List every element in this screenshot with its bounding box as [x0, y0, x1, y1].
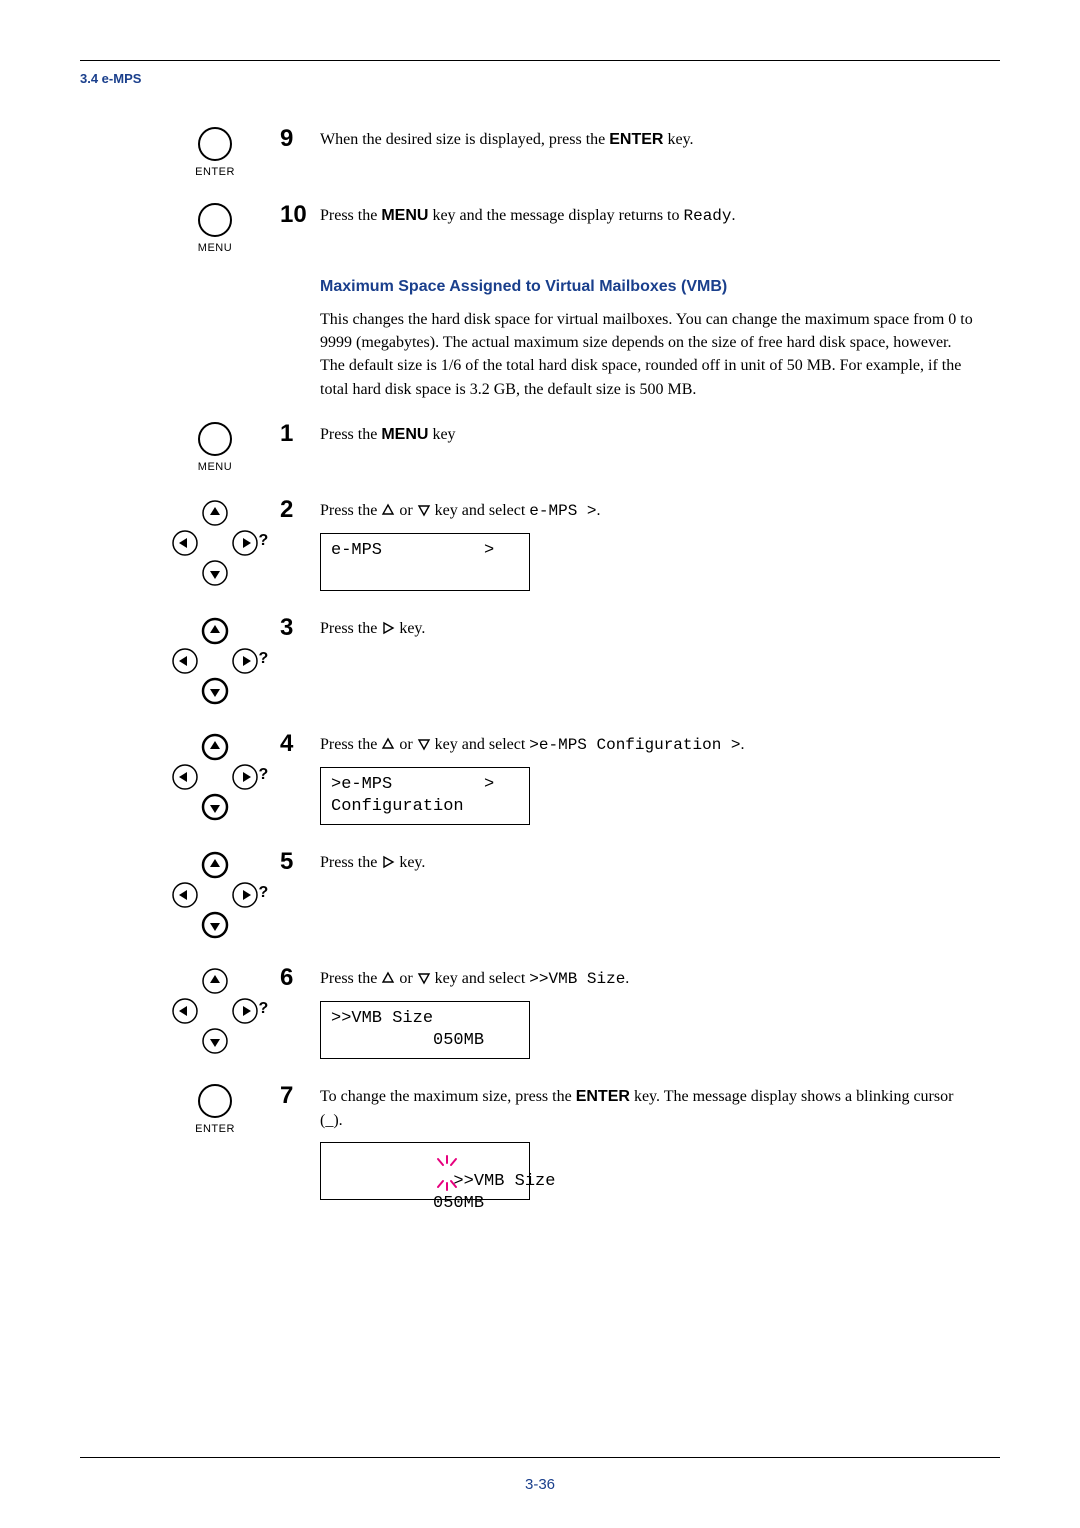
- enter-key-icon: ENTER: [195, 1083, 235, 1135]
- step-number: 5: [280, 849, 320, 875]
- key-label: ENTER: [195, 166, 235, 178]
- step-text: When the desired size is displayed, pres…: [320, 126, 980, 151]
- enter-key-icon: ENTER: [195, 126, 235, 178]
- dpad-icon: ?: [163, 849, 268, 941]
- step-text: Press the or key and select >>VMB Size. …: [320, 965, 980, 1059]
- dpad-icon: ?: [163, 965, 268, 1057]
- lcd-display: >>VMB Size 050MB: [320, 1142, 530, 1200]
- triangle-up-icon: [381, 503, 395, 517]
- triangle-up-icon: [381, 737, 395, 751]
- step-text: Press the or key and select e-MPS >. e-M…: [320, 497, 980, 591]
- menu-key-icon: MENU: [197, 421, 233, 473]
- lcd-display: >e-MPS > Configuration: [320, 767, 530, 825]
- dpad-icon: ?: [163, 731, 268, 823]
- step-number: 7: [280, 1083, 320, 1109]
- step-number: 4: [280, 731, 320, 757]
- step-number: 1: [280, 421, 320, 447]
- dpad-icon: ?: [163, 497, 268, 589]
- menu-key-icon: MENU: [197, 202, 233, 254]
- key-label: MENU: [198, 461, 232, 473]
- step-number: 6: [280, 965, 320, 991]
- triangle-right-icon: [381, 621, 395, 635]
- step-text: Press the MENU key and the message displ…: [320, 202, 980, 228]
- step-text: Press the key.: [320, 615, 980, 640]
- vmb-paragraph: This changes the hard disk space for vir…: [320, 308, 980, 401]
- triangle-down-icon: [417, 503, 431, 517]
- section-header: 3.4 e-MPS: [80, 71, 1000, 86]
- lcd-display: e-MPS >: [320, 533, 530, 591]
- page-number: 3-36: [0, 1476, 1080, 1493]
- triangle-down-icon: [417, 971, 431, 985]
- step-text: Press the or key and select >e-MPS Confi…: [320, 731, 980, 825]
- key-label: ENTER: [195, 1123, 235, 1135]
- key-label: MENU: [198, 242, 232, 254]
- vmb-heading: Maximum Space Assigned to Virtual Mailbo…: [320, 278, 980, 296]
- step-text: Press the MENU key: [320, 421, 980, 446]
- triangle-right-icon: [381, 855, 395, 869]
- triangle-up-icon: [381, 971, 395, 985]
- step-text: To change the maximum size, press the EN…: [320, 1083, 980, 1199]
- step-number: 10: [280, 202, 320, 228]
- triangle-down-icon: [417, 737, 431, 751]
- step-text: Press the key.: [320, 849, 980, 874]
- dpad-icon: ?: [163, 615, 268, 707]
- lcd-display: >>VMB Size 050MB: [320, 1001, 530, 1059]
- step-number: 3: [280, 615, 320, 641]
- step-number: 9: [280, 126, 320, 152]
- step-number: 2: [280, 497, 320, 523]
